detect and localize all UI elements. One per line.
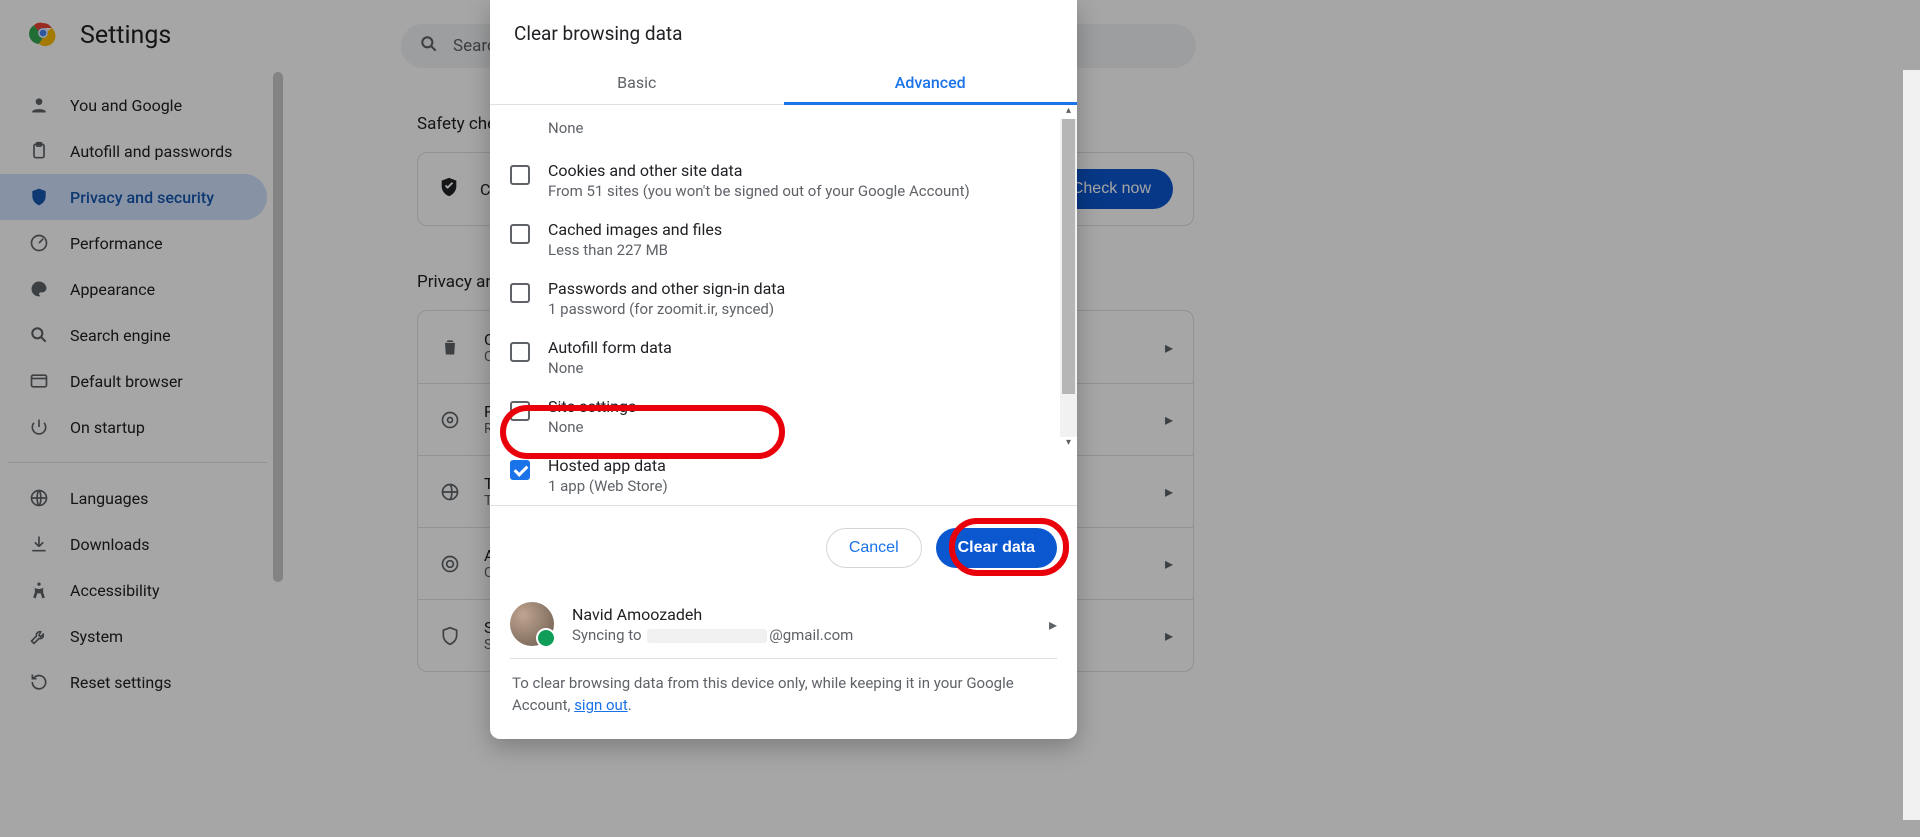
option-sub: 1 password (for zoomit.ir, synced) [548, 300, 785, 318]
option-hosted-app-data[interactable]: Hosted app data 1 app (Web Store) [490, 446, 1077, 505]
scroll-down-icon[interactable]: ▾ [1066, 437, 1071, 451]
sync-prefix: Syncing to [572, 626, 642, 644]
note-suffix: . [628, 696, 632, 714]
option-autofill[interactable]: Autofill form data None [490, 328, 1077, 387]
account-sync-status: Syncing to @gmail.com [572, 626, 853, 644]
cancel-button[interactable]: Cancel [826, 528, 922, 568]
option-title: Autofill form data [548, 338, 672, 357]
option-cache[interactable]: Cached images and files Less than 227 MB [490, 210, 1077, 269]
redacted-email [647, 629, 767, 643]
dialog-options: None Cookies and other site data From 51 … [490, 105, 1077, 505]
option-site-settings[interactable]: Site settings None [490, 387, 1077, 446]
account-name: Navid Amoozadeh [572, 605, 853, 624]
option-passwords[interactable]: Passwords and other sign-in data 1 passwo… [490, 269, 1077, 328]
option-sub: None [548, 119, 584, 137]
option-title: Cached images and files [548, 220, 722, 239]
email-suffix: @gmail.com [769, 626, 853, 644]
tab-advanced[interactable]: Advanced [784, 63, 1078, 104]
option-title: Hosted app data [548, 456, 668, 475]
sign-out-link[interactable]: sign out [574, 696, 628, 714]
options-scrollbar[interactable]: ▴ ▾ [1060, 105, 1077, 451]
clear-data-button[interactable]: Clear data [936, 528, 1057, 568]
dialog-tabs: Basic Advanced [490, 63, 1077, 105]
dialog-actions: Cancel Clear data [490, 506, 1077, 590]
option-cookies[interactable]: Cookies and other site data From 51 sites… [490, 151, 1077, 210]
option-sub: 1 app (Web Store) [548, 477, 668, 495]
tab-basic[interactable]: Basic [490, 63, 784, 104]
checkbox[interactable] [510, 224, 530, 244]
checkbox[interactable] [510, 165, 530, 185]
dialog-footnote: To clear browsing data from this device … [490, 659, 1077, 739]
chevron-right-icon: ▸ [1049, 615, 1057, 634]
account-row[interactable]: Navid Amoozadeh Syncing to @gmail.com ▸ [490, 590, 1077, 646]
option-sub: None [548, 418, 636, 436]
page-scrollbar[interactable] [1903, 70, 1920, 820]
option-title: Passwords and other sign-in data [548, 279, 785, 298]
option-title: Cookies and other site data [548, 161, 970, 180]
checkbox[interactable] [510, 283, 530, 303]
clear-browsing-data-dialog: Clear browsing data Basic Advanced None … [490, 0, 1077, 739]
scroll-up-icon[interactable]: ▴ [1066, 105, 1071, 119]
option-sub: From 51 sites (you won't be signed out o… [548, 182, 970, 200]
dialog-title: Clear browsing data [490, 0, 1077, 63]
checkbox-checked[interactable] [510, 460, 530, 480]
avatar [510, 602, 554, 646]
option-row[interactable]: None [490, 109, 1077, 151]
checkbox[interactable] [510, 401, 530, 421]
checkbox[interactable] [510, 342, 530, 362]
option-sub: Less than 227 MB [548, 241, 722, 259]
option-sub: None [548, 359, 672, 377]
option-title: Site settings [548, 397, 636, 416]
